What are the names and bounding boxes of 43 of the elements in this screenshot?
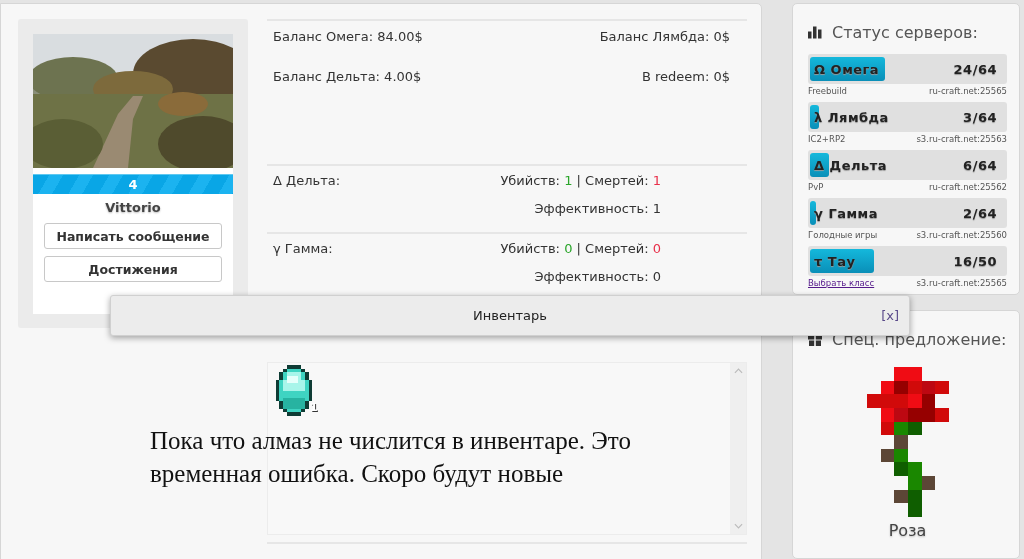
balance-text: В redeem: 0$ — [640, 68, 730, 86]
dialog-title: Инвентарь — [473, 308, 547, 323]
balance-text: Баланс Дельта: 4.00$ — [273, 68, 423, 86]
level-bar: 4 — [33, 174, 233, 194]
rose-icon — [866, 367, 949, 517]
player-count: 3/64 — [963, 109, 997, 125]
offer-item-name: Роза — [888, 521, 927, 540]
server-name: Ω Омега — [814, 61, 880, 77]
player-count: 16/50 — [953, 253, 997, 269]
balance-text: Баланс Лямбда: 0$ — [598, 28, 730, 46]
profile-button[interactable]: Достижения — [44, 256, 222, 282]
choose-class-link[interactable]: Выбрать класс — [808, 278, 875, 288]
bar-chart-icon — [808, 25, 822, 39]
server-name: τ Тау — [814, 253, 856, 269]
player-count: 2/64 — [963, 205, 997, 221]
server-address: s3.ru-craft.net:25560 — [916, 230, 1007, 240]
scrollbar[interactable] — [730, 363, 746, 534]
server-address: s3.ru-craft.net:25563 — [916, 134, 1007, 144]
player-count: 24/64 — [953, 61, 997, 77]
kills-deaths-text: Убийств: 1 | Смертей: 1 — [500, 173, 661, 188]
server-address: ru-craft.net:25565 — [928, 86, 1007, 96]
server-mode: IC2+RP2 — [808, 134, 846, 144]
scroll-up-icon[interactable] — [733, 368, 743, 374]
kills-deaths-text: Убийств: 0 | Смертей: 0 — [500, 241, 661, 256]
panel-title: Статус серверов: — [832, 22, 978, 42]
server-mode: PvP — [808, 182, 824, 192]
server-address: ru-craft.net:25562 — [928, 182, 1007, 192]
server-stat-name: Δ Дельта: — [273, 173, 341, 190]
server-stat-name: γ Гамма: — [273, 241, 333, 258]
server-name: Δ Дельта — [814, 157, 888, 173]
server-address: s3.ru-craft.net:25565 — [916, 278, 1007, 288]
server-mode: Freebuild — [808, 86, 847, 96]
efficiency-text: Эффективность: 1 — [534, 201, 661, 216]
notice-text: Пока что алмаз не числится в инвентаре. Это временная ошибка. Скоро будут новые — [150, 426, 632, 489]
profile-button[interactable]: Написать сообщение — [44, 223, 222, 249]
item-count: 1 — [310, 401, 318, 414]
scroll-down-icon[interactable] — [733, 523, 743, 529]
player-count: 6/64 — [963, 157, 997, 173]
close-button[interactable]: [x] — [881, 308, 899, 323]
efficiency-text: Эффективность: 0 — [534, 269, 661, 284]
server-mode: Голодные игры — [808, 230, 878, 240]
user-name: Vittorio — [105, 200, 161, 215]
balance-text: Баланс Омега: 84.00$ — [273, 28, 424, 46]
